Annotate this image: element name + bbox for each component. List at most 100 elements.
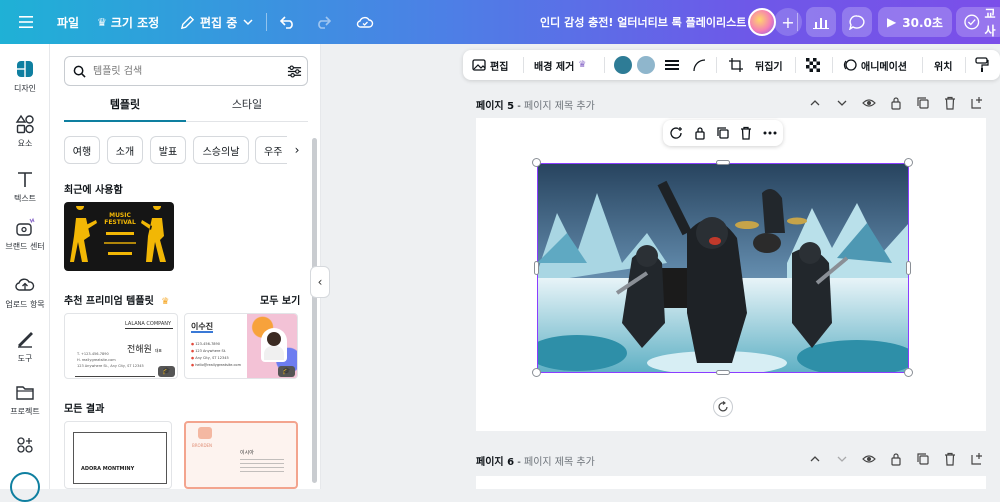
rail-label: 디자인 [13, 84, 37, 93]
edit-image-button[interactable]: 편집 [472, 50, 508, 80]
filter-icon[interactable] [287, 64, 302, 79]
resize-handle-top[interactable] [716, 160, 730, 165]
page-canvas[interactable] [476, 476, 986, 489]
eye-icon[interactable] [862, 96, 876, 110]
position-button[interactable]: 위치 [934, 50, 952, 80]
chip-intro[interactable]: 소개 [107, 136, 143, 164]
border-style-button[interactable] [665, 50, 679, 80]
corner-rounding-button[interactable] [692, 50, 706, 80]
resize-handle-bottom[interactable] [716, 370, 730, 375]
trash-icon[interactable] [739, 126, 753, 140]
undo-button[interactable] [280, 0, 296, 44]
resize-handle-bottom-right[interactable] [904, 368, 913, 377]
rail-item-brand[interactable]: 브랜드 센터 [0, 216, 50, 252]
result-template-card[interactable]: BRORDEN 이시아 [184, 421, 298, 489]
recent-template-card[interactable]: MUSIC FESTIVAL [64, 202, 174, 271]
help-button[interactable] [10, 472, 40, 502]
portrait-head [267, 332, 281, 346]
resize-handle-top-left[interactable] [532, 158, 541, 167]
lock-icon[interactable] [693, 126, 707, 140]
flip-button[interactable]: 뒤집기 [755, 50, 783, 80]
resize-handle-bottom-left[interactable] [532, 368, 541, 377]
rail-item-elements[interactable]: 요소 [0, 113, 50, 149]
divider [922, 57, 923, 73]
rail-item-projects[interactable]: 프로젝트 [0, 381, 50, 417]
chevron-up-icon[interactable] [808, 452, 822, 466]
duplicate-icon[interactable] [916, 96, 930, 110]
add-page-icon[interactable] [970, 452, 984, 466]
rail-item-tools[interactable]: 도구 [0, 328, 50, 364]
lock-icon[interactable] [889, 452, 903, 466]
rail-item-apps[interactable] [0, 434, 50, 459]
insights-button[interactable] [806, 7, 836, 37]
comment-icon [849, 14, 865, 30]
resize-label: 크기 조정 [110, 15, 160, 30]
document-title[interactable]: 인디 감성 충전! 얼터너티브 록 플레이리스트 [540, 0, 746, 44]
duplicate-icon[interactable] [716, 126, 730, 140]
present-button[interactable]: ▶ 30.0초 [878, 7, 952, 37]
comments-button[interactable] [842, 7, 872, 37]
decor-line [191, 331, 213, 333]
guitarist-silhouette-left [70, 206, 97, 262]
tab-styles[interactable]: 스타일 [186, 96, 308, 122]
lock-icon[interactable] [889, 96, 903, 110]
more-options-icon[interactable] [762, 126, 778, 140]
animation-icon [843, 59, 857, 71]
color-swatch-1[interactable] [614, 56, 632, 74]
divider [266, 13, 267, 31]
refresh-plus-icon[interactable] [669, 126, 683, 140]
edit-label: 편집 [490, 61, 509, 73]
rotate-icon [718, 401, 728, 412]
rail-item-text[interactable]: 텍스트 [0, 168, 50, 204]
card-email: H. reallygreatsite.com [77, 358, 116, 362]
panel-scrollbar[interactable] [312, 138, 317, 483]
redo-button[interactable] [315, 0, 331, 44]
chip-presentation[interactable]: 발표 [150, 136, 186, 164]
chevron-down-icon[interactable] [835, 96, 849, 110]
trash-icon[interactable] [943, 96, 957, 110]
page-header[interactable]: 페이지 5 - 페이지 제목 추가 [476, 97, 595, 112]
save-status-button[interactable] [356, 0, 374, 44]
chevron-down-icon[interactable] [835, 452, 849, 466]
play-icon: ▶ [887, 15, 897, 29]
bg-remove-button[interactable]: 배경 제거 ♛ [534, 50, 586, 80]
page-title-placeholder: 페이지 제목 추가 [524, 457, 595, 468]
chevron-up-icon[interactable] [808, 96, 822, 110]
chip-teachers-day[interactable]: 스승의날 [193, 136, 249, 164]
see-all-link[interactable]: 모두 보기 [260, 292, 300, 307]
trash-icon[interactable] [943, 452, 957, 466]
file-menu-button[interactable]: 파일 [57, 0, 79, 44]
animate-button[interactable]: 애니메이션 [843, 50, 907, 80]
rail-item-design[interactable]: 디자인 [0, 58, 50, 94]
main-menu-button[interactable] [18, 0, 34, 44]
tab-templates[interactable]: 템플릿 [64, 96, 186, 122]
rail-item-uploads[interactable]: 업로드 항목 [0, 274, 50, 310]
resize-handle-left[interactable] [534, 261, 539, 275]
resize-handle-top-right[interactable] [904, 158, 913, 167]
share-button[interactable]: 교사 [956, 7, 1000, 38]
chip-travel[interactable]: 여행 [64, 136, 100, 164]
duplicate-icon[interactable] [916, 452, 930, 466]
copy-style-button[interactable] [975, 50, 989, 80]
editing-mode-dropdown[interactable]: 편집 중 [180, 0, 253, 44]
chips-next-button[interactable]: › [287, 136, 307, 164]
resize-handle-right[interactable] [906, 261, 911, 275]
page-header[interactable]: 페이지 6 - 페이지 제목 추가 [476, 453, 595, 468]
guitarist-silhouette-right [141, 206, 166, 262]
rotate-handle[interactable] [713, 397, 733, 417]
search-input[interactable] [93, 63, 273, 79]
crop-button[interactable] [729, 50, 743, 80]
color-swatch-2[interactable] [637, 56, 655, 74]
premium-template-card[interactable]: LALANA COMPANY 전해원 대표 T. +123-456-7890 H… [64, 313, 178, 379]
rail-label: 요소 [17, 139, 33, 148]
eye-icon[interactable] [862, 452, 876, 466]
add-page-icon[interactable] [970, 96, 984, 110]
resize-button[interactable]: ♛ 크기 조정 [97, 0, 159, 44]
avatar[interactable] [748, 8, 776, 36]
premium-template-card[interactable]: 이수진 ● 123-456-7890 ● 123 Anywhere St. ● … [184, 313, 298, 379]
transparency-button[interactable] [806, 50, 820, 80]
result-template-card[interactable]: ADORA MONTMINY [64, 421, 172, 489]
collapse-panel-button[interactable]: ‹ [310, 266, 330, 298]
tab-label: 스타일 [231, 98, 263, 111]
divider [716, 57, 717, 73]
